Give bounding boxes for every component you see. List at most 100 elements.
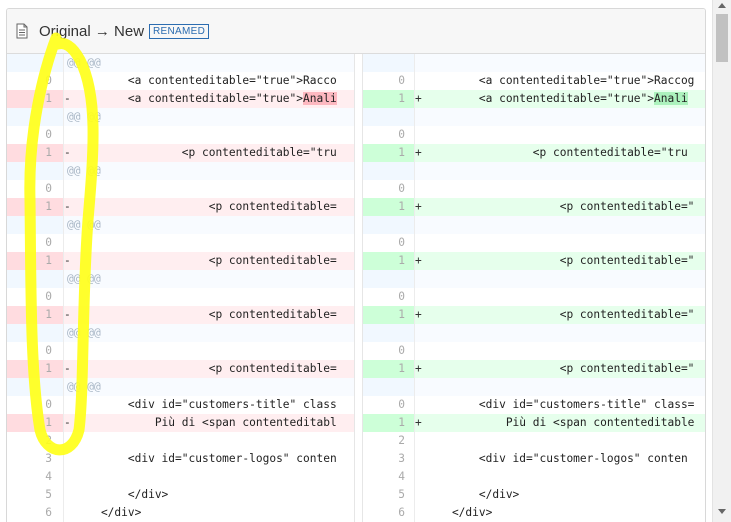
line-number-right: 0 (398, 128, 405, 141)
hunk-bg-right (415, 378, 705, 396)
diff-row: 1- <p contenteditable= 1 + <p contentedita… (7, 306, 705, 324)
addition-sign: + (415, 416, 422, 429)
code-left (74, 468, 354, 486)
line-number-left: 1 (45, 92, 52, 105)
line-number-left: 5 (45, 488, 52, 501)
diff-divider (354, 180, 363, 198)
diff-divider (354, 468, 363, 486)
line-number-left: 1 (45, 254, 52, 267)
diff-row: 00 (7, 288, 705, 306)
code-right: <p contenteditable=" (425, 252, 705, 270)
code-left-text: <p contenteditable= (74, 308, 337, 321)
diff-divider (354, 396, 363, 414)
diff-divider (354, 198, 363, 216)
hunk-header: @@ @@ (67, 218, 101, 231)
line-number-right: 0 (398, 290, 405, 303)
line-number-right: 0 (398, 398, 405, 411)
addition-sign: + (415, 254, 422, 267)
diff-divider (354, 504, 363, 522)
deletion-sign: - (64, 200, 71, 213)
code-left: <p contenteditable= (74, 252, 354, 270)
diff-row: 0 <div id="customers-title" class 0 <div … (7, 396, 705, 414)
diff-divider (354, 216, 363, 234)
diff-row: 00 (7, 126, 705, 144)
diff-row: 5 </div> 5 </div> (7, 486, 705, 504)
line-number-left: 6 (45, 506, 52, 519)
line-number-left: 0 (45, 398, 52, 411)
diff-divider (354, 432, 363, 450)
line-number-left: 0 (45, 344, 52, 357)
code-right-text: <p contenteditable=" (425, 362, 695, 375)
scroll-down-arrow-icon[interactable] (718, 509, 726, 514)
line-number-right: 1 (398, 416, 405, 429)
diff-row: 00 (7, 342, 705, 360)
diff-row: @@ @@ (7, 162, 705, 180)
deletion-sign: - (64, 362, 71, 375)
hunk-bg-right (415, 324, 705, 342)
right-gutter (363, 108, 415, 126)
code-right-text: <a contenteditable="true"> (425, 92, 655, 105)
addition-sign: + (415, 308, 422, 321)
code-right (425, 234, 705, 252)
file-icon (16, 23, 28, 39)
line-number-right: 1 (398, 254, 405, 267)
addition-sign: + (415, 362, 422, 375)
code-right (425, 432, 705, 450)
line-number-left: 0 (45, 74, 52, 87)
line-number-right: 0 (398, 344, 405, 357)
diff-row: 3 <div id="customer-logos" conten 3 <div … (7, 450, 705, 468)
diff-divider (354, 72, 363, 90)
diff-row: @@ @@ (7, 378, 705, 396)
diff-row: @@ @@ (7, 108, 705, 126)
deletion-sign: - (64, 416, 71, 429)
code-left (74, 126, 354, 144)
diff-row: @@ @@ (7, 270, 705, 288)
code-right: <div id="customers-title" class= (425, 398, 695, 411)
left-gutter (7, 162, 64, 180)
code-left: </div> (74, 506, 142, 519)
diff-row: @@ @@ (7, 216, 705, 234)
code-right (425, 126, 705, 144)
code-right: <div id="customer-logos" conten (425, 452, 688, 465)
hunk-bg-left (64, 324, 354, 342)
hunk-bg-right (415, 270, 705, 288)
right-gutter (363, 54, 415, 72)
line-number-right: 1 (398, 308, 405, 321)
code-left: <p contenteditable= (74, 360, 354, 378)
hunk-bg-left (64, 270, 354, 288)
line-number-right: 1 (398, 92, 405, 105)
code-left (74, 180, 354, 198)
line-number-right: 1 (398, 362, 405, 375)
deletion-sign: - (64, 308, 71, 321)
addition-sign: + (415, 200, 422, 213)
line-number-right: 1 (398, 200, 405, 213)
diff-row: @@ @@ (7, 324, 705, 342)
line-number-left: 0 (45, 182, 52, 195)
diff-divider (354, 234, 363, 252)
deletion-sign: - (64, 92, 71, 105)
code-right-text: Più di <span contenteditable (425, 416, 695, 429)
line-number-left: 1 (45, 146, 52, 159)
code-left: <p contenteditable= (74, 198, 354, 216)
hunk-header: @@ @@ (67, 56, 101, 69)
vertical-scrollbar[interactable] (712, 0, 731, 522)
scroll-up-arrow-icon[interactable] (718, 3, 726, 8)
code-left (74, 432, 354, 450)
code-right-text: <p contenteditable=" (425, 308, 695, 321)
line-number-left: 1 (45, 308, 52, 321)
line-number-right: 0 (398, 74, 405, 87)
diff-divider (354, 486, 363, 504)
diff-divider (354, 306, 363, 324)
left-gutter (7, 54, 64, 72)
diff-row: 1- <p contenteditable= 1 + <p contentedita… (7, 252, 705, 270)
code-right-text: <p contenteditable="tru (425, 146, 688, 159)
diff-row: @@ @@ (7, 54, 705, 72)
line-number-left: 0 (45, 290, 52, 303)
right-gutter (363, 216, 415, 234)
diff-row: 6 </div> 6 </div> (7, 504, 705, 522)
hunk-bg-left (64, 378, 354, 396)
diff-divider (354, 342, 363, 360)
scroll-thumb[interactable] (716, 14, 728, 62)
hunk-bg-right (415, 216, 705, 234)
diff-divider (354, 414, 363, 432)
